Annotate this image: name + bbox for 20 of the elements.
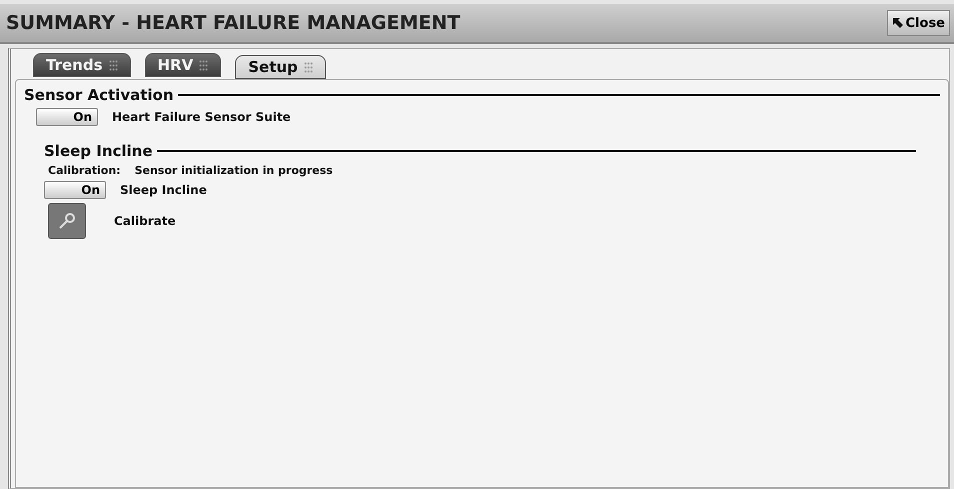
section-heading: Sleep Incline (44, 142, 153, 160)
toggle-label: Sleep Incline (120, 183, 207, 197)
grip-icon (199, 60, 208, 70)
tab[interactable]: Trends (33, 53, 130, 77)
toggle-label: Heart Failure Sensor Suite (112, 110, 291, 124)
toggle-button[interactable]: On (44, 181, 106, 199)
tab[interactable]: HRV (144, 53, 222, 77)
grip-icon (108, 60, 118, 70)
calibrate-button[interactable] (48, 203, 86, 239)
section-heading: Sensor Activation (24, 86, 174, 104)
close-button[interactable]: Close (886, 10, 950, 36)
calibration-label: Calibration: (48, 164, 121, 177)
calibrate-label: Calibrate (114, 214, 176, 228)
probe-icon (57, 211, 77, 231)
window-title: SUMMARY - HEART FAILURE MANAGEMENT (5, 12, 460, 34)
calibration-status: Sensor initialization in progress (134, 164, 333, 177)
tab[interactable]: Setup (235, 55, 326, 79)
toggle-button[interactable]: On (36, 108, 98, 126)
grip-icon (304, 62, 313, 72)
arrow-icon (892, 17, 904, 29)
